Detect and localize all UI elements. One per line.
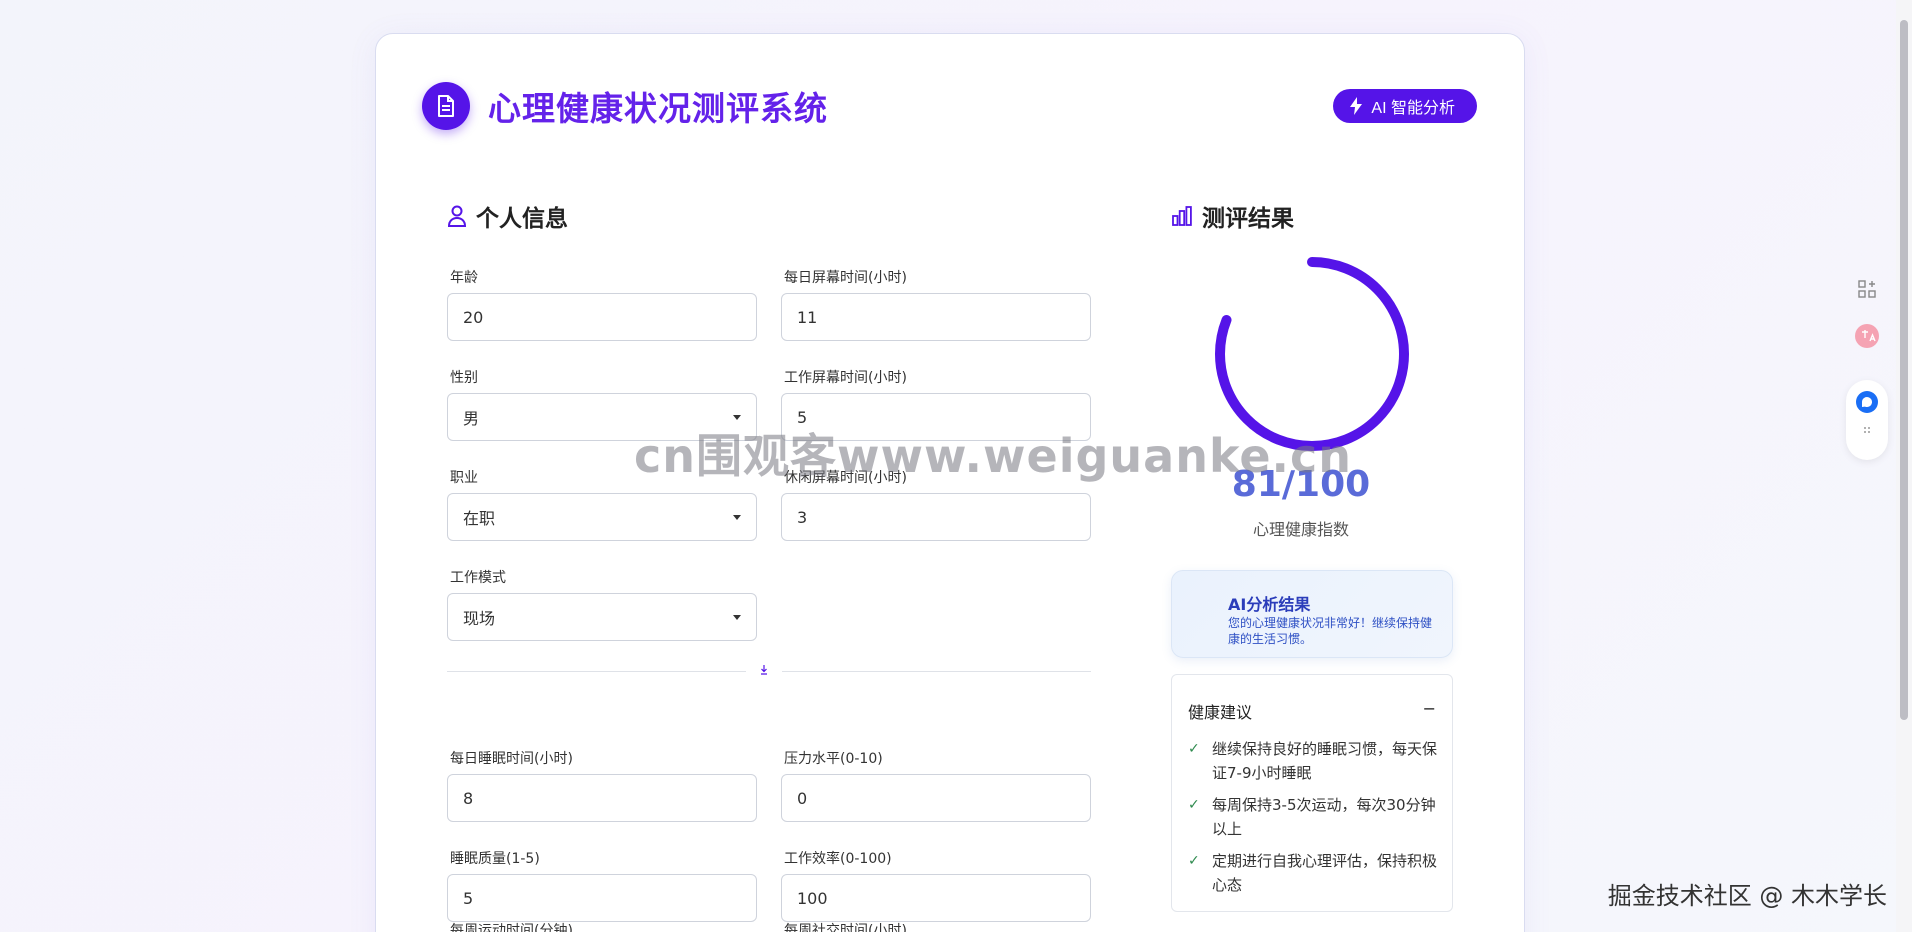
list-item: ✓ 定期进行自我心理评估，保持积极心态 [1188,849,1438,897]
sleep-quality-label: 睡眠质量(1-5) [450,851,540,867]
corner-watermark: 掘金技术社区 @ 木木学长 [1607,882,1887,910]
result-section-title: 测评结果 [1172,199,1294,233]
sleep-hours-input[interactable]: 8 [447,774,757,822]
stress-label: 压力水平(0-10) [784,751,883,767]
age-label: 年龄 [450,270,478,286]
ai-analysis-button-label: AI 智能分析 [1371,100,1455,117]
health-tips-title: 健康建议 [1188,703,1253,722]
side-toolbar [1846,270,1888,460]
ai-result-text: 您的心理健康状况非常好！继续保持健康的生活习惯。 [1228,616,1433,646]
work-mode-label: 工作模式 [450,570,506,586]
page-title: 心理健康状况测评系统 [488,89,828,128]
drag-handle-icon[interactable] [1863,426,1871,436]
occupation-label: 职业 [450,470,478,486]
score-gauge-arc [1215,257,1409,451]
scrollbar[interactable] [1896,0,1912,932]
efficiency-input[interactable]: 100 [781,874,1091,922]
chevron-down-icon [733,514,741,520]
gender-label: 性别 [450,370,478,386]
efficiency-label: 工作效率(0-100) [784,851,892,867]
ai-result-box: AI分析结果 您的心理健康状况非常好！继续保持健康的生活习惯。 [1171,570,1453,658]
main-card: 心理健康状况测评系统 AI 智能分析 个人信息 年龄 20 每日屏幕时间(小时)… [375,33,1525,932]
score-value: 81/100 [1231,464,1371,505]
exercise-label: 每周运动时间(分钟) [450,923,573,932]
daily-screen-input[interactable]: 11 [781,293,1091,341]
chevron-down-icon [733,614,741,620]
assistant-pill[interactable] [1846,380,1888,460]
personal-section-title: 个人信息 [448,199,568,233]
list-item: ✓ 每周保持3-5次运动，每次30分钟以上 [1188,793,1438,841]
apps-icon[interactable] [1858,280,1876,298]
translate-icon[interactable] [1854,323,1880,349]
header: 心理健康状况测评系统 [422,82,828,130]
work-mode-select[interactable]: 现场 [447,593,757,641]
ai-analysis-button[interactable]: AI 智能分析 [1333,89,1477,123]
leisure-screen-input[interactable]: 3 [781,493,1091,541]
stress-input[interactable]: 0 [781,774,1091,822]
collapse-icon[interactable]: − [1423,699,1436,723]
work-screen-label: 工作屏幕时间(小时) [784,370,907,386]
health-tips-header[interactable]: 健康建议 − [1188,699,1436,723]
age-input[interactable]: 20 [447,293,757,341]
chevron-down-icon [733,414,741,420]
score-gauge [1215,257,1409,451]
lightning-icon [1350,97,1363,115]
bar-chart-icon [1172,206,1192,226]
gender-select[interactable]: 男 [447,393,757,441]
document-icon [422,82,470,130]
occupation-select[interactable]: 在职 [447,493,757,541]
check-icon: ✓ [1188,797,1200,813]
download-icon [746,665,782,679]
chat-icon[interactable] [1855,390,1879,414]
check-icon: ✓ [1188,853,1200,869]
health-tips-panel: 健康建议 − ✓ 继续保持良好的睡眠习惯，每天保证7-9小时睡眠 ✓ 每周保持3… [1171,674,1453,912]
social-label: 每周社交时间(小时) [784,923,907,932]
score-label: 心理健康指数 [1252,520,1349,539]
sleep-quality-input[interactable]: 5 [447,874,757,922]
user-icon [448,205,466,227]
list-item: ✓ 继续保持良好的睡眠习惯，每天保证7-9小时睡眠 [1188,737,1438,785]
ai-result-title: AI分析结果 [1228,595,1311,614]
leisure-screen-label: 休闲屏幕时间(小时) [784,470,907,486]
work-screen-input[interactable]: 5 [781,393,1091,441]
daily-screen-label: 每日屏幕时间(小时) [784,270,907,286]
sleep-hours-label: 每日睡眠时间(小时) [450,751,573,767]
check-icon: ✓ [1188,741,1200,757]
scrollbar-thumb[interactable] [1900,20,1908,720]
